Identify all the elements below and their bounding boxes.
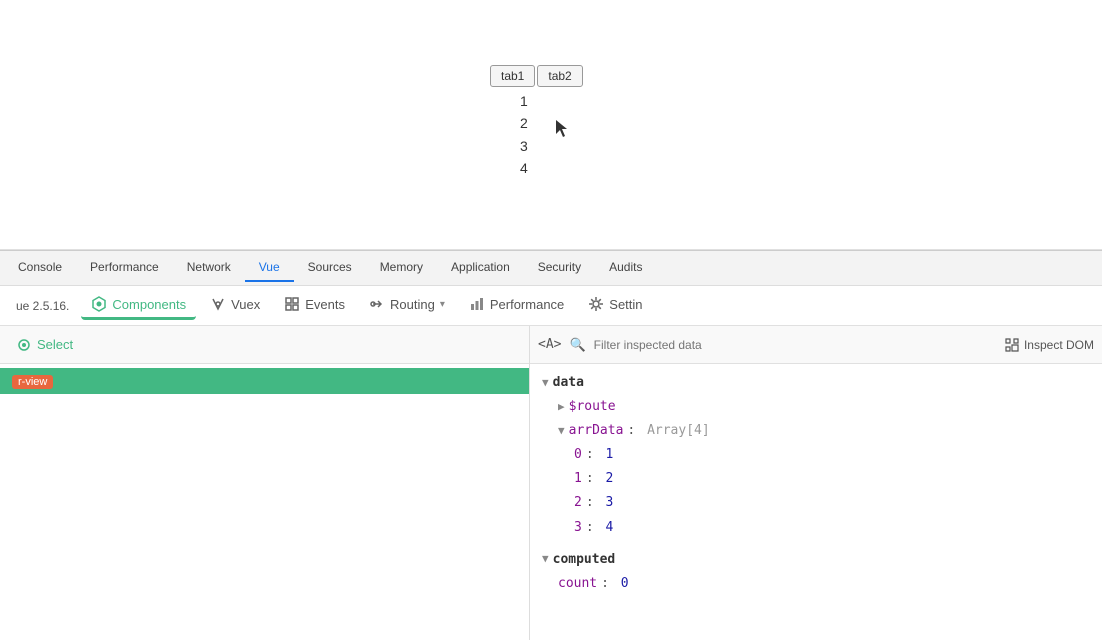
arr-colon-3: :: [586, 517, 602, 539]
route-item[interactable]: ▶ $route: [542, 396, 1090, 418]
arr-index-0: 0: [574, 444, 582, 466]
tab-audits[interactable]: Audits: [595, 254, 656, 282]
app-tabs: tab1 tab2: [490, 65, 583, 87]
routing-label: Routing: [390, 297, 435, 312]
search-icon: 🔍: [569, 337, 585, 353]
settings-label: Settin: [609, 297, 642, 312]
vue-toolbar: ue 2.5.16. Components Vuex: [0, 286, 1102, 326]
count-value: 0: [621, 573, 629, 595]
computed-section-label: computed: [553, 549, 616, 571]
inspect-dom-button[interactable]: Inspect DOM: [1004, 337, 1094, 353]
vue-tool-vuex[interactable]: Vuex: [200, 291, 270, 320]
content-number-1: 1: [520, 90, 528, 112]
inspector-toolbar: Select: [0, 326, 529, 364]
content-number-4: 4: [520, 157, 528, 179]
arr-item-1: 1 : 2: [558, 468, 1090, 490]
components-label: Components: [112, 297, 186, 312]
vue-tool-settings[interactable]: Settin: [578, 291, 652, 320]
browser-tab-1[interactable]: tab1: [490, 65, 535, 87]
components-icon: [91, 296, 107, 312]
select-label: Select: [37, 337, 73, 352]
arrdata-type: Array[4]: [647, 420, 710, 442]
arr-value-2: 3: [605, 492, 613, 514]
data-tree: ▼ data ▶ $route ▼ arrData :: [530, 364, 1102, 640]
route-key: $route: [569, 396, 616, 418]
component-item-router-view[interactable]: r-view: [0, 368, 529, 394]
vue-version-text: ue 2.5.16.: [8, 299, 77, 313]
inspect-dom-label: Inspect DOM: [1024, 338, 1094, 352]
arr-item-0: 0 : 1: [558, 444, 1090, 466]
browser-viewport: tab1 tab2 1 2 3 4: [0, 0, 1102, 250]
devtools-main: Select r-view <A> 🔍 Inspect DOM: [0, 326, 1102, 640]
browser-tab-2[interactable]: tab2: [537, 65, 582, 87]
arr-colon-0: :: [586, 444, 602, 466]
vuex-label: Vuex: [231, 297, 260, 312]
count-colon: :: [601, 573, 617, 595]
routing-chevron: ▾: [440, 299, 445, 310]
component-list: r-view: [0, 364, 529, 640]
devtools-tab-bar: Console Performance Network Vue Sources …: [0, 251, 1102, 286]
right-toolbar: <A> 🔍 Inspect DOM: [530, 326, 1102, 364]
data-section-header[interactable]: ▼ data: [542, 372, 1090, 394]
settings-icon: [588, 296, 604, 312]
tab-performance[interactable]: Performance: [76, 254, 173, 282]
select-button[interactable]: Select: [8, 333, 81, 357]
computed-section-header[interactable]: ▼ computed: [542, 549, 1090, 571]
vue-tool-routing[interactable]: Routing ▾: [359, 291, 455, 320]
left-panel: Select r-view: [0, 326, 530, 640]
arr-colon-2: :: [586, 492, 602, 514]
select-icon: [16, 337, 32, 353]
tab-vue[interactable]: Vue: [245, 254, 294, 282]
count-key: count: [558, 573, 597, 595]
routing-icon: [369, 296, 385, 312]
tab-memory[interactable]: Memory: [366, 254, 437, 282]
arrdata-item[interactable]: ▼ arrData : Array[4] 0 : 1: [542, 420, 1090, 538]
tab-security[interactable]: Security: [524, 254, 595, 282]
arrdata-colon: :: [627, 420, 643, 442]
computed-section: ▼ computed count : 0: [542, 549, 1090, 595]
data-section-label: data: [553, 372, 584, 394]
tab-console[interactable]: Console: [4, 254, 76, 282]
tab-application[interactable]: Application: [437, 254, 524, 282]
arr-value-1: 2: [605, 468, 613, 490]
angle-bracket-icon: <A>: [538, 337, 561, 352]
content-number-2: 2: [520, 112, 528, 134]
arr-index-3: 3: [574, 517, 582, 539]
inspect-dom-icon: [1004, 337, 1020, 353]
events-label: Events: [305, 297, 345, 312]
performance-label: Performance: [490, 297, 564, 312]
tab-network[interactable]: Network: [173, 254, 245, 282]
count-item: count : 0: [542, 573, 1090, 595]
right-panel: <A> 🔍 Inspect DOM ▼ data: [530, 326, 1102, 640]
route-arrow: ▶: [558, 398, 565, 417]
arr-value-3: 4: [605, 517, 613, 539]
data-arrow: ▼: [542, 374, 549, 393]
vue-tool-performance[interactable]: Performance: [459, 291, 574, 320]
tab-sources[interactable]: Sources: [294, 254, 366, 282]
computed-arrow: ▼: [542, 550, 549, 569]
vue-tool-components[interactable]: Components: [81, 291, 196, 320]
filter-input[interactable]: [594, 338, 996, 352]
arrdata-key: arrData: [569, 420, 624, 442]
content-number-3: 3: [520, 135, 528, 157]
mouse-cursor: [556, 120, 568, 138]
arrdata-arrow: ▼: [558, 422, 565, 441]
arr-index-2: 2: [574, 492, 582, 514]
devtools-panel: Console Performance Network Vue Sources …: [0, 250, 1102, 640]
arr-value-0: 1: [605, 444, 613, 466]
arr-colon-1: :: [586, 468, 602, 490]
vuex-icon: [210, 296, 226, 312]
vue-tool-events[interactable]: Events: [274, 291, 355, 320]
arr-index-1: 1: [574, 468, 582, 490]
performance-icon: [469, 296, 485, 312]
component-tag: r-view: [12, 375, 53, 389]
events-icon: [284, 296, 300, 312]
arr-item-2: 2 : 3: [558, 492, 1090, 514]
arr-item-3: 3 : 4: [558, 517, 1090, 539]
app-content: 1 2 3 4: [520, 90, 528, 180]
